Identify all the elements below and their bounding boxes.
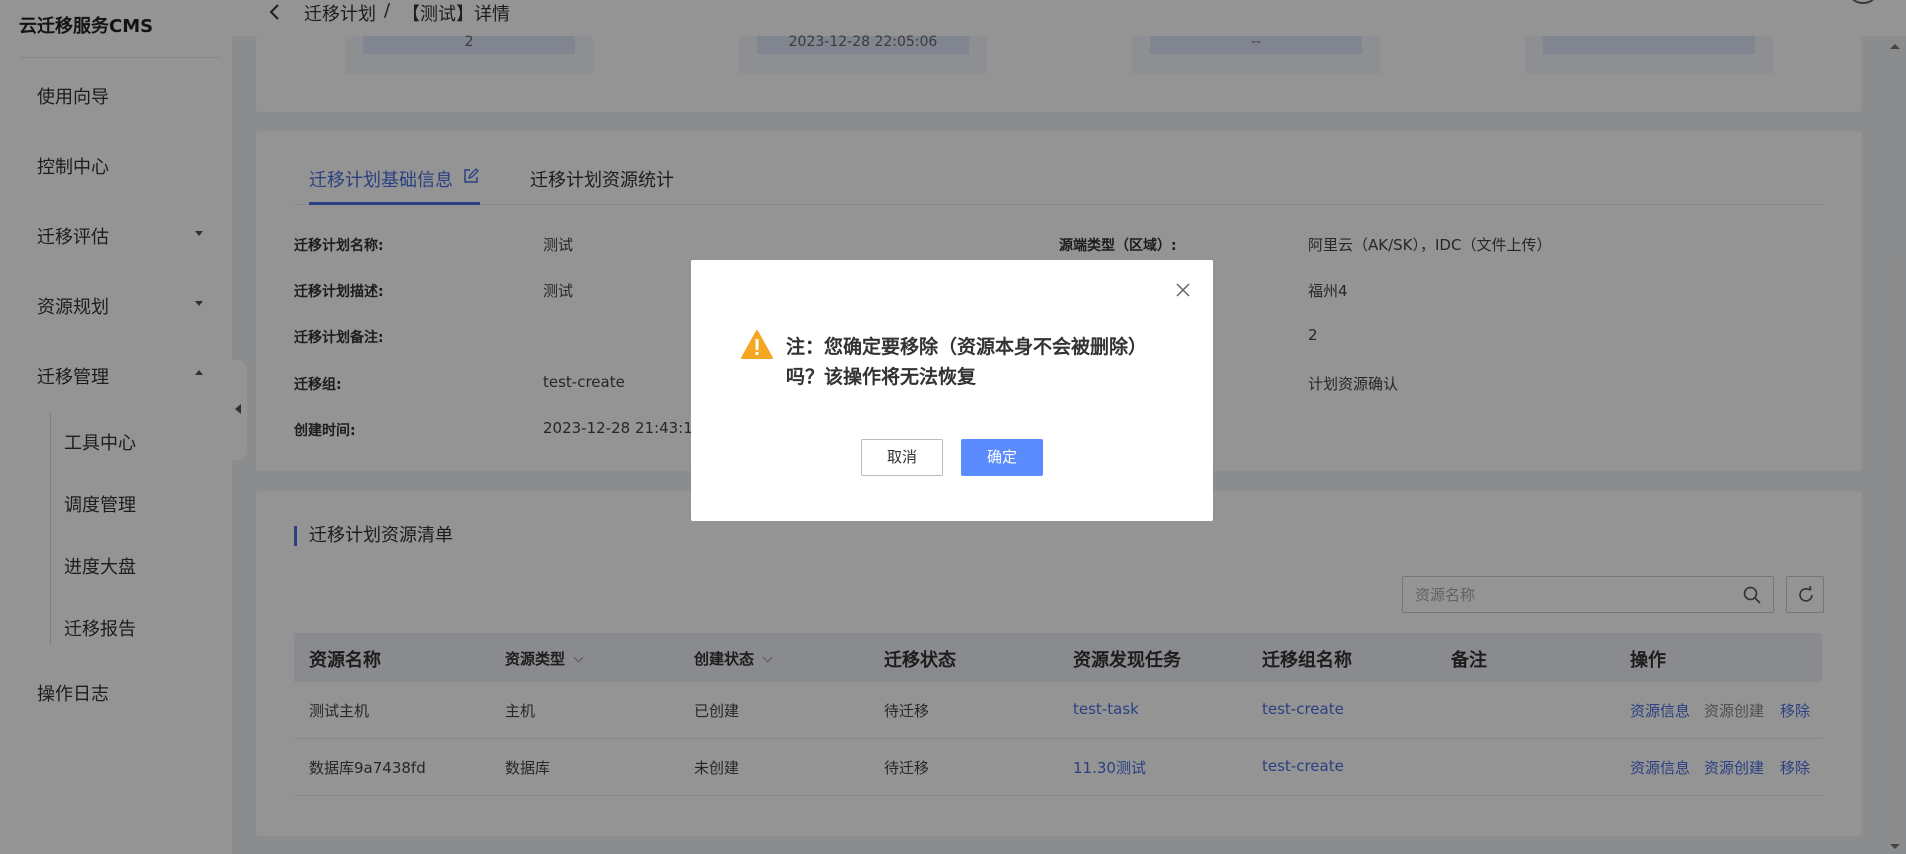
scroll-down-icon[interactable] — [1890, 844, 1900, 849]
confirm-dialog: 注：您确定要移除（资源本身不会被删除）吗？该操作将无法恢复 取消 确定 — [691, 260, 1213, 521]
scrollbar-thumb[interactable] — [1888, 258, 1904, 848]
dialog-message: 注：您确定要移除（资源本身不会被删除）吗？该操作将无法恢复 — [786, 336, 1148, 388]
scroll-up-icon[interactable] — [1890, 44, 1900, 49]
close-icon[interactable] — [1175, 282, 1191, 298]
cancel-button[interactable]: 取消 — [861, 439, 943, 476]
warning-icon — [741, 330, 773, 359]
confirm-button[interactable]: 确定 — [961, 439, 1043, 476]
